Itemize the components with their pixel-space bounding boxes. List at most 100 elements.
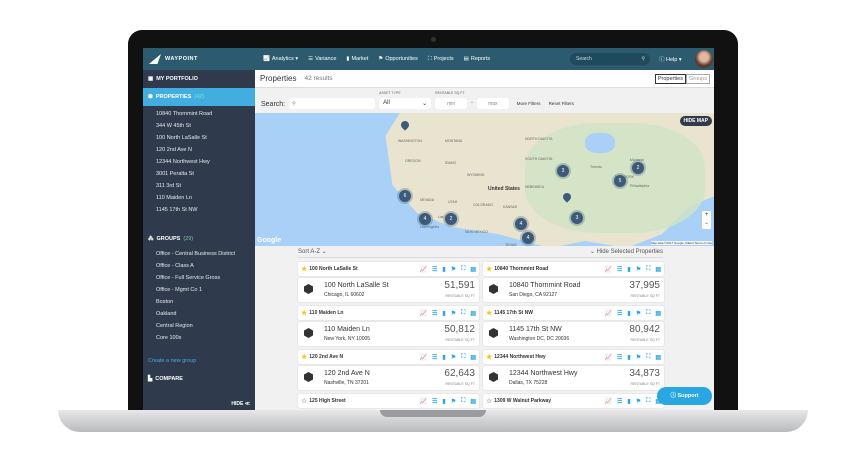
sidebar-group-item[interactable]: Central Region [143,320,255,332]
reset-filters-link[interactable]: Reset Filters [549,101,574,106]
create-group-link[interactable]: Create a new group [143,358,255,364]
card-title[interactable]: 12344 Northwest Hwy [494,354,545,360]
sidebar-property-item[interactable]: 10840 Thornmint Road [143,108,255,120]
map-cluster[interactable]: 4 [419,213,431,225]
zoom-in-button[interactable]: + [702,211,711,220]
nav-reports[interactable]: ▤ Reports [464,56,490,63]
property-card[interactable]: ☆1309 W Walnut Parkway 📈☰▮⚑⛶▤ [483,394,664,410]
nav-analytics[interactable]: 📈 Analytics ▾ [263,56,298,63]
projects-icon[interactable]: ⛶ [646,398,650,405]
star-icon[interactable]: ★ [301,353,307,361]
map-cluster[interactable]: 6 [399,190,411,202]
star-icon[interactable]: ☆ [301,397,307,405]
analytics-icon[interactable]: 📈 [605,354,612,361]
star-icon[interactable]: ★ [486,309,492,317]
variance-icon[interactable]: ☰ [432,266,437,273]
opportunities-icon[interactable]: ⚑ [636,266,641,273]
market-icon[interactable]: ▮ [442,266,445,273]
analytics-icon[interactable]: 📈 [420,354,427,361]
sidebar-property-item[interactable]: 344 W 45th St [143,120,255,132]
map-cluster[interactable]: 2 [632,162,644,174]
reports-icon[interactable]: ▤ [470,310,476,317]
asset-type-select[interactable]: All ⌄ [379,98,432,109]
property-card[interactable]: ★ 110 Maiden Ln 📈 ☰ ▮ ⚑ ⛶ ▤ 110 Maiden Ln New Yo… [298,306,479,346]
hide-sidebar-button[interactable]: HIDE ≪ [231,401,250,407]
map-cluster[interactable]: 3 [571,212,583,224]
variance-icon[interactable]: ☰ [617,310,622,317]
sidebar-group-item[interactable]: Oakland [143,308,255,320]
zoom-out-button[interactable]: − [702,220,711,229]
sidebar-property-item[interactable]: 311 3rd St [143,180,255,192]
sidebar-groups[interactable]: ⁂ GROUPS (29) [143,230,255,248]
max-input[interactable]: max [476,98,509,109]
analytics-icon[interactable]: 📈 [605,398,612,405]
tab-groups[interactable]: Groups [685,74,710,84]
property-card[interactable]: ★ 10840 Thornmint Road 📈 ☰ ▮ ⚑ ⛶ ▤ 10840 Thornm… [483,262,664,302]
analytics-icon[interactable]: 📈 [420,266,427,273]
card-title[interactable]: 1309 W Walnut Parkway [494,398,551,404]
property-card[interactable]: ★ 120 2nd Ave N 📈 ☰ ▮ ⚑ ⛶ ▤ 120 2nd Ave N Nashvi… [298,350,479,390]
star-icon[interactable]: ☆ [486,397,492,405]
card-title[interactable]: 110 Maiden Ln [309,310,343,316]
support-button[interactable]: ⓘ Support [657,387,712,405]
property-card[interactable]: ★ 100 North LaSalle St 📈 ☰ ▮ ⚑ ⛶ ▤ 100 North La… [298,262,479,302]
hide-selected-toggle[interactable]: ⌄ Hide Selected Properties [590,248,663,255]
sidebar-group-item[interactable]: Core 100s [143,332,255,344]
reports-icon[interactable]: ▤ [470,266,476,273]
nav-opportunities[interactable]: ⚑ Opportunities [378,56,418,63]
hide-map-button[interactable]: HIDE MAP [679,116,712,126]
reports-icon[interactable]: ▤ [470,398,476,405]
sidebar-my-portfolio[interactable]: ▦ MY PORTFOLIO [143,70,255,88]
property-card[interactable]: ★ 12344 Northwest Hwy 📈 ☰ ▮ ⚑ ⛶ ▤ 12344 Northwe… [483,350,664,390]
nav-variance[interactable]: ☰ Variance [308,56,336,63]
min-input[interactable]: min [435,98,468,109]
property-card[interactable]: ☆ 125 High Street 📈 ☰ ▮ ⚑ ⛶ ▤ [298,394,479,410]
analytics-icon[interactable]: 📈 [420,310,427,317]
map[interactable]: WASHINGTON MONTANA NORTH DAKOTA OREGON IDAHO… [255,113,714,246]
projects-icon[interactable]: ⛶ [461,354,465,361]
variance-icon[interactable]: ☰ [432,354,437,361]
help-menu[interactable]: ⓘ Help ▾ [659,55,682,63]
sidebar-compare[interactable]: ▙ COMPARE [143,370,255,388]
variance-icon[interactable]: ☰ [617,266,622,273]
star-icon[interactable]: ★ [301,265,307,273]
map-attribution[interactable]: Map data ©2017 Google, INEGI Terms of Us… [650,241,712,245]
sidebar-property-item[interactable]: 100 North LaSalle St [143,132,255,144]
projects-icon[interactable]: ⛶ [461,266,465,273]
analytics-icon[interactable]: 📈 [420,398,427,405]
market-icon[interactable]: ▮ [442,310,445,317]
market-icon[interactable]: ▮ [627,354,630,361]
reports-icon[interactable]: ▤ [655,310,661,317]
reports-icon[interactable]: ▤ [470,354,476,361]
nav-projects[interactable]: ⛶ Projects [428,56,454,63]
opportunities-icon[interactable]: ⚑ [636,354,641,361]
card-title[interactable]: 125 High Street [309,398,345,404]
opportunities-icon[interactable]: ⚑ [451,398,456,405]
analytics-icon[interactable]: 📈 [605,266,612,273]
projects-icon[interactable]: ⛶ [646,310,650,317]
sidebar-group-item[interactable]: Office - Full Service Gross [143,272,255,284]
projects-icon[interactable]: ⛶ [461,310,465,317]
variance-icon[interactable]: ☰ [432,398,437,405]
sidebar-property-item[interactable]: 110 Maiden Ln [143,192,255,204]
star-icon[interactable]: ★ [486,265,492,273]
market-icon[interactable]: ▮ [627,310,630,317]
more-filters-link[interactable]: More Filters [517,101,541,106]
star-icon[interactable]: ★ [486,353,492,361]
projects-icon[interactable]: ⛶ [646,266,650,273]
reports-icon[interactable]: ▤ [655,266,661,273]
opportunities-icon[interactable]: ⚑ [451,266,456,273]
card-title[interactable]: 10840 Thornmint Road [494,266,548,272]
card-title[interactable]: 1145 17th St NW [494,310,533,316]
user-avatar[interactable] [695,50,713,68]
projects-icon[interactable]: ⛶ [646,354,650,361]
sidebar-group-item[interactable]: Boston [143,296,255,308]
projects-icon[interactable]: ⛶ [461,398,465,405]
variance-icon[interactable]: ☰ [617,354,622,361]
opportunities-icon[interactable]: ⚑ [451,354,456,361]
sidebar-properties[interactable]: ⬢ PROPERTIES (42) [143,88,255,106]
sidebar-property-item[interactable]: 3001 Peralta St [143,168,255,180]
property-card[interactable]: ★ 1145 17th St NW 📈 ☰ ▮ ⚑ ⛶ ▤ 1145 17th St NW Wa… [483,306,664,346]
opportunities-icon[interactable]: ⚑ [451,310,456,317]
reports-icon[interactable]: ▤ [655,354,661,361]
